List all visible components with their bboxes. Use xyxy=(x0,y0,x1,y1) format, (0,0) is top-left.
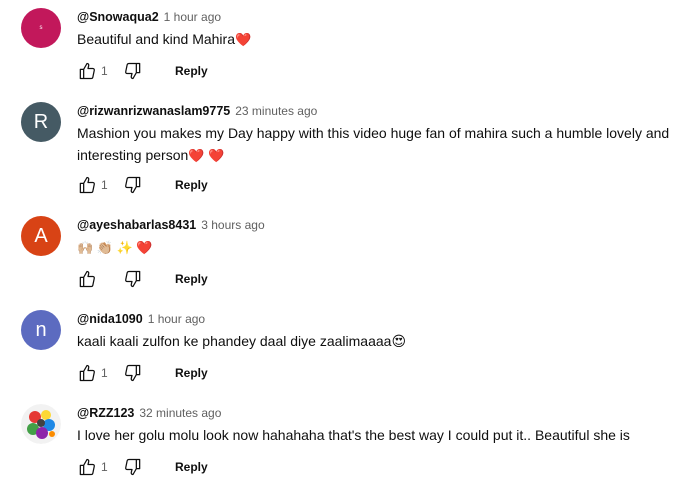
thumb-down-icon xyxy=(125,458,141,476)
comment-text-content: kaali kaali zulfon ke phandey daal diye … xyxy=(77,333,392,349)
reply-button[interactable]: Reply xyxy=(175,366,208,380)
author-name[interactable]: @nida1090 xyxy=(77,310,143,328)
avatar-letter: s xyxy=(39,25,43,31)
author-name[interactable]: @Snowaqua2 xyxy=(77,8,159,26)
dislike-button[interactable] xyxy=(123,61,143,81)
thumb-up-icon xyxy=(79,62,95,80)
heart-eyes-emoji: 😍 xyxy=(391,333,407,349)
like-button[interactable] xyxy=(77,269,97,289)
like-count: 1 xyxy=(101,460,108,474)
avatar[interactable]: n xyxy=(21,310,61,350)
dislike-button[interactable] xyxy=(123,175,143,195)
comment-body: @Snowaqua2 1 hour ago Beautiful and kind… xyxy=(77,8,673,51)
avatar-image-icon xyxy=(21,404,61,444)
like-button[interactable] xyxy=(77,457,97,477)
avatar-letter: A xyxy=(34,224,48,247)
comment-header: @RZZ123 32 minutes ago xyxy=(77,404,673,422)
avatar[interactable]: R xyxy=(21,102,61,142)
thumb-down-icon xyxy=(125,62,141,80)
comment-actions: 1 Reply xyxy=(77,59,208,83)
avatar-letter: n xyxy=(35,318,47,341)
comment-text-line-2: interesting person❤️ ❤️ xyxy=(77,144,673,167)
comment-body: @ayeshabarlas8431 3 hours ago 🙌🏼 👏🏼 ✨ ❤️ xyxy=(77,216,673,259)
like-button[interactable] xyxy=(77,363,97,383)
avatar-letter: R xyxy=(33,110,49,133)
comment-text: Beautiful and kind Mahira❤️ xyxy=(77,28,673,51)
dislike-button[interactable] xyxy=(123,363,143,383)
comment-actions: Reply xyxy=(77,267,208,291)
comment-header: @Snowaqua2 1 hour ago xyxy=(77,8,673,26)
dislike-button[interactable] xyxy=(123,269,143,289)
avatar[interactable]: s xyxy=(21,8,61,48)
comment-text: 🙌🏼 👏🏼 ✨ ❤️ xyxy=(77,236,673,259)
comment-text: Mashion you makes my Day happy with this… xyxy=(77,122,673,167)
like-button[interactable] xyxy=(77,61,97,81)
author-name[interactable]: @ayeshabarlas8431 xyxy=(77,216,196,234)
comment-header: @ayeshabarlas8431 3 hours ago xyxy=(77,216,673,234)
comment-text-line: Mashion you makes my Day happy with this… xyxy=(77,125,670,141)
comment-text: I love her golu molu look now hahahaha t… xyxy=(77,424,673,446)
reply-button[interactable]: Reply xyxy=(175,178,208,192)
comment-actions: 1 Reply xyxy=(77,455,208,479)
comment-timestamp[interactable]: 3 hours ago xyxy=(201,216,264,234)
avatar[interactable]: A xyxy=(21,216,61,256)
comment-body: @rizwanrizwanaslam9775 23 minutes ago Ma… xyxy=(77,102,673,167)
thumb-up-icon xyxy=(79,364,95,382)
emoji-text: 🙌🏼 👏🏼 ✨ ❤️ xyxy=(77,240,153,255)
comment-timestamp[interactable]: 32 minutes ago xyxy=(139,404,221,422)
like-count: 1 xyxy=(101,178,108,192)
thumb-up-icon xyxy=(79,176,95,194)
author-name[interactable]: @rizwanrizwanaslam9775 xyxy=(77,102,230,120)
author-name[interactable]: @RZZ123 xyxy=(77,404,134,422)
heart-emoji: ❤️ xyxy=(235,32,252,47)
like-button[interactable] xyxy=(77,175,97,195)
reply-button[interactable]: Reply xyxy=(175,64,208,78)
avatar[interactable] xyxy=(21,404,61,444)
comment-timestamp[interactable]: 1 hour ago xyxy=(164,8,221,26)
like-count: 1 xyxy=(101,64,108,78)
comment-timestamp[interactable]: 1 hour ago xyxy=(148,310,205,328)
comment-header: @nida1090 1 hour ago xyxy=(77,310,673,328)
comment-actions: 1 Reply xyxy=(77,361,208,385)
reply-button[interactable]: Reply xyxy=(175,460,208,474)
thumb-down-icon xyxy=(125,176,141,194)
comment-timestamp[interactable]: 23 minutes ago xyxy=(235,102,317,120)
comment-text-content: Beautiful and kind Mahira xyxy=(77,31,235,47)
comment-actions: 1 Reply xyxy=(77,173,208,197)
reply-button[interactable]: Reply xyxy=(175,272,208,286)
comment-text-content: I love her golu molu look now hahahaha t… xyxy=(77,427,630,443)
thumb-up-icon xyxy=(79,458,95,476)
thumb-down-icon xyxy=(125,364,141,382)
thumb-down-icon xyxy=(125,270,141,288)
comment-text: kaali kaali zulfon ke phandey daal diye … xyxy=(77,330,673,352)
comment-text-content: interesting person xyxy=(77,147,189,163)
thumb-up-icon xyxy=(79,270,95,288)
heart-emoji: ❤️ ❤️ xyxy=(188,148,225,163)
like-count: 1 xyxy=(101,366,108,380)
comment-body: @RZZ123 32 minutes ago I love her golu m… xyxy=(77,404,673,446)
dislike-button[interactable] xyxy=(123,457,143,477)
comment-header: @rizwanrizwanaslam9775 23 minutes ago xyxy=(77,102,673,120)
comment-body: @nida1090 1 hour ago kaali kaali zulfon … xyxy=(77,310,673,352)
